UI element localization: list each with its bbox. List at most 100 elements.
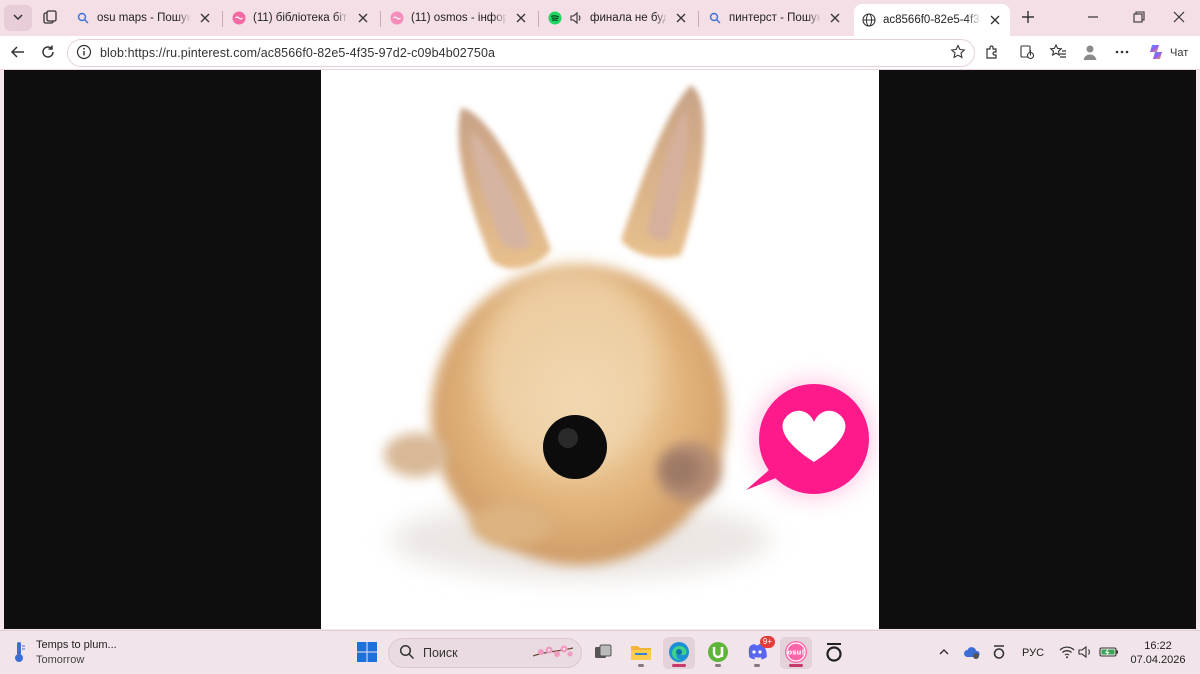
- workspaces-button[interactable]: [36, 5, 64, 31]
- osmos-icon: [992, 644, 1006, 663]
- taskbar-search[interactable]: Поиск: [388, 638, 582, 668]
- plus-icon: [1021, 10, 1035, 27]
- image-viewer: [4, 70, 1196, 629]
- close-icon[interactable]: [988, 13, 1002, 27]
- avatar: [1081, 43, 1099, 64]
- navigation-bar: blob:https://ru.pinterest.com/ac8566f0-8…: [0, 36, 1200, 70]
- minimize-button[interactable]: [1070, 0, 1116, 36]
- utorrent-icon: [707, 641, 729, 666]
- clock-date: 07.04.2026: [1130, 654, 1186, 666]
- discord-badge: 9+: [759, 636, 775, 648]
- battery-tray-icon[interactable]: [1098, 631, 1120, 674]
- close-window-button[interactable]: [1156, 0, 1200, 36]
- globe-icon: [862, 13, 876, 27]
- onedrive-tray-icon[interactable]: [960, 631, 984, 674]
- minimize-icon: [1087, 11, 1099, 26]
- speaker-icon: [1078, 645, 1094, 662]
- discord-button[interactable]: 9+: [741, 636, 775, 669]
- weather-widget[interactable]: Temps to plum... Tomorrow: [12, 636, 117, 670]
- osmos-app-button[interactable]: [818, 637, 850, 669]
- weather-subtitle: Tomorrow: [36, 654, 85, 666]
- tab-spotify-final[interactable]: финала не будет: [540, 4, 696, 32]
- favorites-button[interactable]: [1044, 39, 1072, 67]
- star-icon[interactable]: [950, 43, 966, 63]
- language-label: РУС: [1021, 647, 1045, 659]
- arrow-left-icon: [10, 44, 26, 63]
- media-control-button[interactable]: [1013, 39, 1041, 67]
- close-icon[interactable]: [828, 11, 842, 25]
- windows-icon: [356, 641, 378, 666]
- bunny-image[interactable]: [321, 70, 879, 629]
- tab-strip: osu maps - Пошук (11) бібліотека бітмап …: [0, 0, 1200, 36]
- copilot-icon: [1146, 42, 1166, 65]
- tab-title: (11) бібліотека бітмап: [253, 12, 349, 24]
- task-view-button[interactable]: [587, 637, 619, 669]
- tab-bitmap-library[interactable]: (11) бібліотека бітмап: [224, 4, 378, 32]
- language-indicator[interactable]: РУС: [1018, 631, 1048, 674]
- taskbar: Temps to plum... Tomorrow Поиск 9+ osu! …: [0, 630, 1200, 674]
- close-icon[interactable]: [514, 11, 528, 25]
- back-button[interactable]: [4, 39, 32, 67]
- tab-osu-maps[interactable]: osu maps - Пошук: [68, 4, 220, 32]
- refresh-icon: [40, 44, 56, 63]
- copilot-label: Чат: [1170, 47, 1189, 59]
- tab-title: финала не будет: [590, 12, 667, 24]
- bunny-illustration: [321, 70, 879, 629]
- search-icon: [399, 644, 415, 663]
- new-tab-button[interactable]: [1014, 5, 1042, 31]
- tab-actions-button[interactable]: [4, 5, 32, 31]
- close-icon[interactable]: [198, 11, 212, 25]
- restore-icon: [1133, 10, 1145, 26]
- osmos-tray-icon[interactable]: [988, 631, 1010, 674]
- show-hidden-icons-button[interactable]: [934, 631, 954, 674]
- edge-icon: [668, 641, 690, 666]
- extensions-button[interactable]: [978, 39, 1006, 67]
- url-text[interactable]: blob:https://ru.pinterest.com/ac8566f0-8…: [100, 46, 950, 60]
- wifi-icon: [1059, 645, 1075, 662]
- info-icon[interactable]: [76, 44, 92, 63]
- speaker-icon[interactable]: [569, 11, 583, 25]
- refresh-button[interactable]: [34, 39, 62, 67]
- copilot-button[interactable]: Чат: [1142, 39, 1194, 67]
- osu-icon: osu!: [784, 640, 808, 667]
- sakura-icon: [531, 642, 575, 665]
- more-options-button[interactable]: [1108, 39, 1136, 67]
- utorrent-button[interactable]: [702, 637, 734, 669]
- close-icon[interactable]: [356, 11, 370, 25]
- close-icon[interactable]: [674, 11, 688, 25]
- pinterest-icon: [232, 11, 246, 25]
- cloud-icon: [963, 645, 981, 662]
- volume-tray-icon[interactable]: [1076, 631, 1096, 674]
- wifi-tray-icon[interactable]: [1056, 631, 1078, 674]
- battery-icon: [1099, 646, 1119, 661]
- osmos-icon: [824, 641, 844, 666]
- address-bar[interactable]: blob:https://ru.pinterest.com/ac8566f0-8…: [67, 39, 975, 67]
- search-placeholder: Поиск: [423, 646, 458, 660]
- tab-title: osu maps - Пошук: [97, 12, 191, 24]
- svg-text:osu!: osu!: [787, 648, 804, 656]
- chevron-down-icon: [11, 10, 25, 27]
- search-icon: [708, 11, 722, 25]
- weather-title: Temps to plum...: [36, 639, 117, 651]
- osu-button[interactable]: osu!: [780, 637, 812, 669]
- thermometer-icon: [12, 641, 26, 666]
- chevron-up-icon: [938, 646, 950, 661]
- edge-button[interactable]: [663, 637, 695, 669]
- clock-time: 16:22: [1144, 640, 1172, 652]
- tab-title: ac8566f0-82e5-4f35-97: [883, 14, 981, 26]
- tab-pinterest-search[interactable]: пинтерст - Пошук: [700, 4, 850, 32]
- puzzle-icon: [983, 43, 1001, 64]
- profile-button[interactable]: [1076, 39, 1104, 67]
- folder-icon: [630, 642, 652, 665]
- clock[interactable]: 16:22 07.04.2026: [1120, 639, 1196, 667]
- tab-title: (11) osmos - інформац: [411, 12, 507, 24]
- favorites-icon: [1049, 43, 1067, 64]
- workspaces-icon: [42, 9, 58, 28]
- tab-osmos-info[interactable]: (11) osmos - інформац: [382, 4, 536, 32]
- search-icon: [76, 11, 90, 25]
- spotify-icon: [548, 11, 562, 25]
- tab-blob-image[interactable]: ac8566f0-82e5-4f35-97: [854, 4, 1010, 36]
- file-explorer-button[interactable]: [625, 637, 657, 669]
- start-button[interactable]: [351, 637, 383, 669]
- more-dots-icon: [1114, 44, 1130, 63]
